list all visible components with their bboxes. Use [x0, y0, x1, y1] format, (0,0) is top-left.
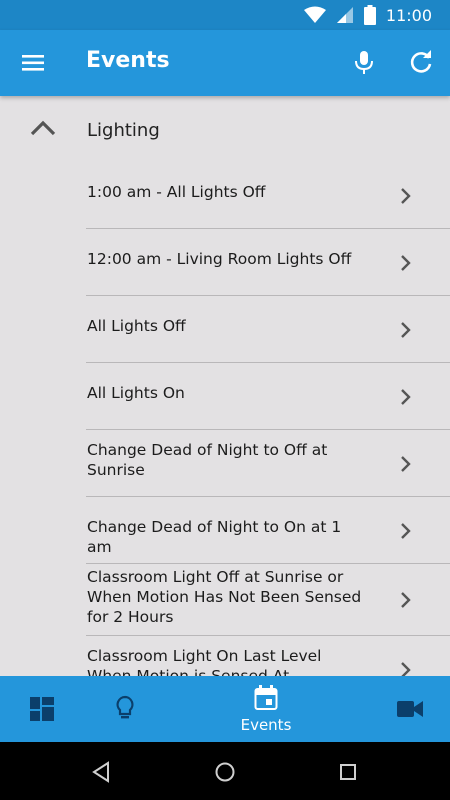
- page-title: Events: [86, 48, 170, 73]
- chevron-right-icon: [401, 389, 411, 405]
- nav-events[interactable]: Events: [200, 676, 332, 742]
- chevron-right-icon: [401, 188, 411, 204]
- list-item[interactable]: All Lights On: [0, 363, 450, 430]
- list-item[interactable]: Classroom Light On Last Level When Motio…: [0, 636, 450, 676]
- section-header-lighting[interactable]: Lighting: [0, 96, 450, 162]
- lightbulb-icon: [116, 695, 134, 719]
- event-label: All Lights On: [87, 384, 185, 402]
- section-label: Lighting: [87, 120, 160, 141]
- event-list: 1:00 am - All Lights Off 12:00 am - Livi…: [0, 162, 450, 676]
- system-nav-bar: [0, 742, 450, 800]
- event-label: Classroom Light On Last Level When Motio…: [87, 647, 322, 676]
- signal-icon: [336, 7, 353, 23]
- events-content: Lighting 1:00 am - All Lights Off 12:00 …: [0, 96, 450, 676]
- battery-icon: [363, 5, 376, 25]
- chevron-right-icon: [401, 456, 411, 472]
- event-label: All Lights Off: [87, 317, 186, 335]
- status-time: 11:00: [385, 5, 432, 25]
- event-label: 1:00 am - All Lights Off: [87, 183, 266, 201]
- list-item[interactable]: Change Dead of Night to Off at Sunrise: [0, 430, 450, 497]
- bottom-nav: Events: [0, 676, 450, 742]
- home-icon[interactable]: [213, 760, 237, 784]
- event-label: Classroom Light Off at Sunrise or When M…: [87, 568, 362, 626]
- refresh-icon[interactable]: [408, 50, 434, 76]
- status-bar: 11:00: [0, 0, 450, 30]
- event-label: Change Dead of Night to On at 1 am: [87, 518, 342, 556]
- nav-video[interactable]: [370, 676, 450, 742]
- chevron-right-icon: [401, 255, 411, 271]
- nav-dashboard[interactable]: [0, 676, 84, 742]
- list-item[interactable]: All Lights Off: [0, 296, 450, 363]
- nav-events-label: Events: [240, 716, 292, 734]
- chevron-right-icon: [401, 322, 411, 338]
- list-item[interactable]: Change Dead of Night to On at 1 am: [0, 497, 450, 564]
- calendar-icon: [254, 685, 278, 710]
- chevron-right-icon: [401, 662, 411, 676]
- chevron-right-icon: [401, 523, 411, 539]
- app-bar: Events: [0, 30, 450, 96]
- recents-icon[interactable]: [336, 760, 360, 784]
- event-label: Change Dead of Night to Off at Sunrise: [87, 441, 328, 479]
- dashboard-icon: [30, 697, 54, 721]
- microphone-icon[interactable]: [352, 50, 376, 76]
- list-item[interactable]: Classroom Light Off at Sunrise or When M…: [0, 564, 450, 636]
- event-label: 12:00 am - Living Room Lights Off: [87, 250, 352, 268]
- wifi-icon: [303, 6, 326, 23]
- status-icons: 11:00: [303, 5, 432, 25]
- list-item[interactable]: 1:00 am - All Lights Off: [0, 162, 450, 229]
- list-item[interactable]: 12:00 am - Living Room Lights Off: [0, 229, 450, 296]
- video-camera-icon: [397, 701, 423, 717]
- menu-icon[interactable]: [22, 52, 46, 74]
- chevron-up-icon[interactable]: [30, 120, 56, 136]
- back-icon[interactable]: [89, 760, 113, 784]
- nav-lights[interactable]: [84, 676, 168, 742]
- chevron-right-icon: [401, 592, 411, 608]
